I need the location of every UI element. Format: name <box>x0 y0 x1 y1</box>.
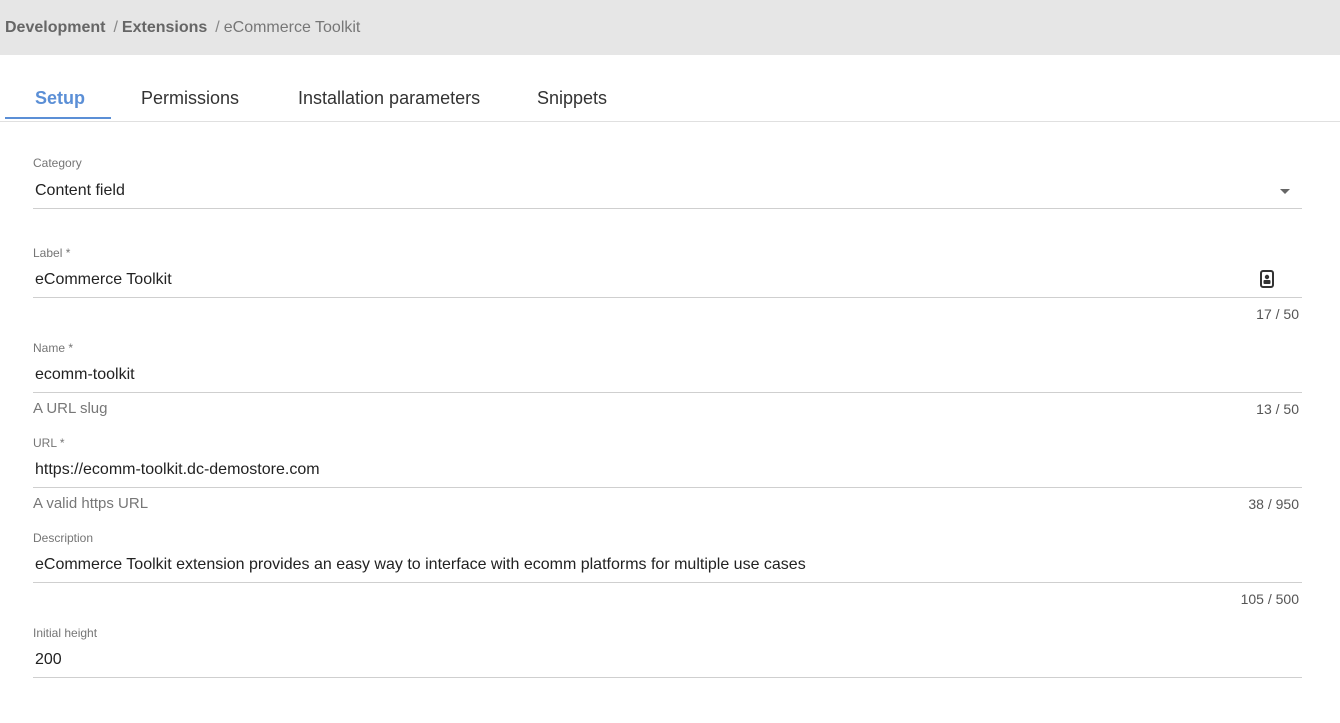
breadcrumb-current: eCommerce Toolkit <box>223 19 361 36</box>
description-field[interactable]: Description eCommerce Toolkit extension … <box>33 530 1302 610</box>
tab-bar: Setup Permissions Installation parameter… <box>0 55 1340 122</box>
breadcrumb-development[interactable]: Development <box>5 19 105 36</box>
name-field-counter: 13 / 50 <box>1256 401 1299 417</box>
top-bar: Development / Extensions / eCommerce Toolkit <box>0 0 1340 55</box>
name-field-helper: A URL slug <box>33 400 108 417</box>
breadcrumb-separator: / <box>215 19 220 36</box>
tab-setup[interactable]: Setup <box>35 87 85 109</box>
url-field-underline <box>33 487 1302 488</box>
name-field-label: Name * <box>33 341 74 355</box>
category-select[interactable]: Category Content field <box>33 155 1302 215</box>
label-field-counter: 17 / 50 <box>1256 306 1299 322</box>
initial-height-value[interactable]: 200 <box>35 650 62 670</box>
contact-card-icon[interactable] <box>1260 270 1274 288</box>
breadcrumb-extensions[interactable]: Extensions <box>122 19 207 36</box>
dropdown-arrow-icon[interactable] <box>1280 189 1290 194</box>
url-field-label: URL * <box>33 436 65 450</box>
active-tab-indicator <box>5 117 111 119</box>
category-underline <box>33 208 1302 209</box>
category-label: Category <box>33 156 82 170</box>
name-field[interactable]: Name * ecomm-toolkit A URL slug 13 / 50 <box>33 340 1302 420</box>
url-field-value[interactable]: https://ecomm-toolkit.dc-demostore.com <box>35 460 320 480</box>
description-field-label: Description <box>33 531 94 545</box>
url-field[interactable]: URL * https://ecomm-toolkit.dc-demostore… <box>33 435 1302 515</box>
name-field-underline <box>33 392 1302 393</box>
name-field-value[interactable]: ecomm-toolkit <box>35 365 135 385</box>
tab-permissions[interactable]: Permissions <box>141 87 239 109</box>
url-field-helper: A valid https URL <box>33 495 149 512</box>
description-field-value[interactable]: eCommerce Toolkit extension provides an … <box>35 555 806 575</box>
label-field-value[interactable]: eCommerce Toolkit <box>35 270 172 290</box>
tab-installation-parameters[interactable]: Installation parameters <box>298 87 480 109</box>
description-field-counter: 105 / 500 <box>1240 591 1299 607</box>
category-value: Content field <box>35 182 125 199</box>
breadcrumb-separator: / <box>113 19 118 36</box>
label-field[interactable]: Label * eCommerce Toolkit 17 / 50 <box>33 245 1302 325</box>
label-field-label: Label * <box>33 246 71 260</box>
initial-height-label: Initial height <box>33 626 98 640</box>
breadcrumb: Development / Extensions / eCommerce Toolkit <box>5 18 360 38</box>
tab-snippets[interactable]: Snippets <box>537 87 607 109</box>
url-field-counter: 38 / 950 <box>1248 496 1299 512</box>
initial-height-underline <box>33 677 1302 678</box>
label-field-underline <box>33 297 1302 298</box>
description-field-underline <box>33 582 1302 583</box>
initial-height-field[interactable]: Initial height 200 <box>33 625 1302 685</box>
